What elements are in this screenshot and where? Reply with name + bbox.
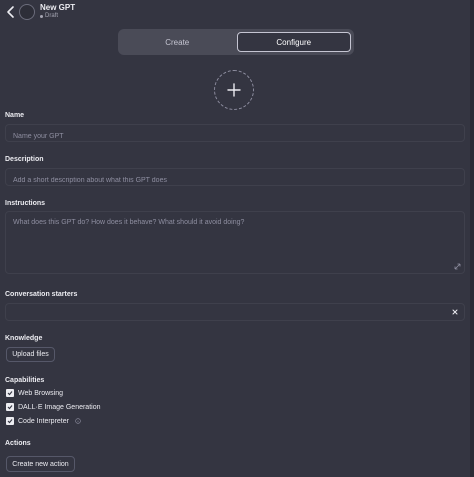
- instructions-label: Instructions: [5, 200, 46, 207]
- scrollbar-track[interactable]: [470, 0, 474, 477]
- capability-dalle: DALL·E Image Generation: [6, 403, 101, 411]
- back-arrow-icon[interactable]: [5, 5, 17, 19]
- create-action-button[interactable]: Create new action: [6, 456, 75, 472]
- name-label: Name: [5, 112, 25, 119]
- description-field-wrap: [5, 168, 465, 189]
- tab-configure[interactable]: Configure: [236, 32, 351, 52]
- dalle-checkbox[interactable]: [6, 403, 14, 411]
- starters-label: Conversation starters: [5, 291, 78, 298]
- capabilities-label: Capabilities: [5, 377, 45, 384]
- capability-web-browsing: Web Browsing: [6, 389, 63, 397]
- avatar-upload-button[interactable]: [214, 70, 254, 110]
- upload-files-button[interactable]: Upload files: [6, 347, 55, 362]
- instructions-input[interactable]: [6, 212, 464, 273]
- description-label: Description: [5, 156, 44, 163]
- status-text: Draft: [45, 13, 59, 19]
- knowledge-label: Knowledge: [5, 335, 43, 342]
- name-input[interactable]: [6, 128, 464, 145]
- gpt-title: New GPT: [40, 3, 76, 12]
- checkmark-icon: [7, 405, 13, 410]
- close-icon: [452, 309, 458, 315]
- remove-starter-button[interactable]: [446, 304, 464, 320]
- status-dot-icon: [40, 14, 43, 18]
- gpt-avatar: [19, 4, 35, 20]
- instructions-field-wrap: [5, 211, 465, 274]
- checkmark-icon: [7, 391, 13, 396]
- plus-icon: [227, 83, 241, 97]
- web-browsing-checkbox[interactable]: [6, 389, 14, 397]
- web-browsing-label: Web Browsing: [18, 389, 64, 397]
- description-input[interactable]: [6, 172, 464, 189]
- starter-input[interactable]: [6, 307, 464, 324]
- name-field-wrap: [5, 124, 465, 145]
- capability-code-interpreter: Code Interpreter: [6, 417, 81, 425]
- gpt-editor: New GPT Draft Create Configure Name Desc…: [0, 0, 474, 477]
- draft-status: Draft: [40, 13, 58, 19]
- code-interpreter-label: Code Interpreter: [18, 417, 69, 425]
- info-icon[interactable]: [75, 418, 81, 424]
- mode-tabs: Create Configure: [118, 29, 354, 55]
- code-interpreter-checkbox[interactable]: [6, 417, 14, 425]
- actions-label: Actions: [5, 440, 31, 447]
- dalle-label: DALL·E Image Generation: [18, 403, 101, 411]
- starter-field-wrap: [5, 303, 465, 324]
- expand-icon[interactable]: [454, 263, 461, 270]
- tab-create[interactable]: Create: [121, 32, 234, 52]
- checkmark-icon: [7, 419, 13, 424]
